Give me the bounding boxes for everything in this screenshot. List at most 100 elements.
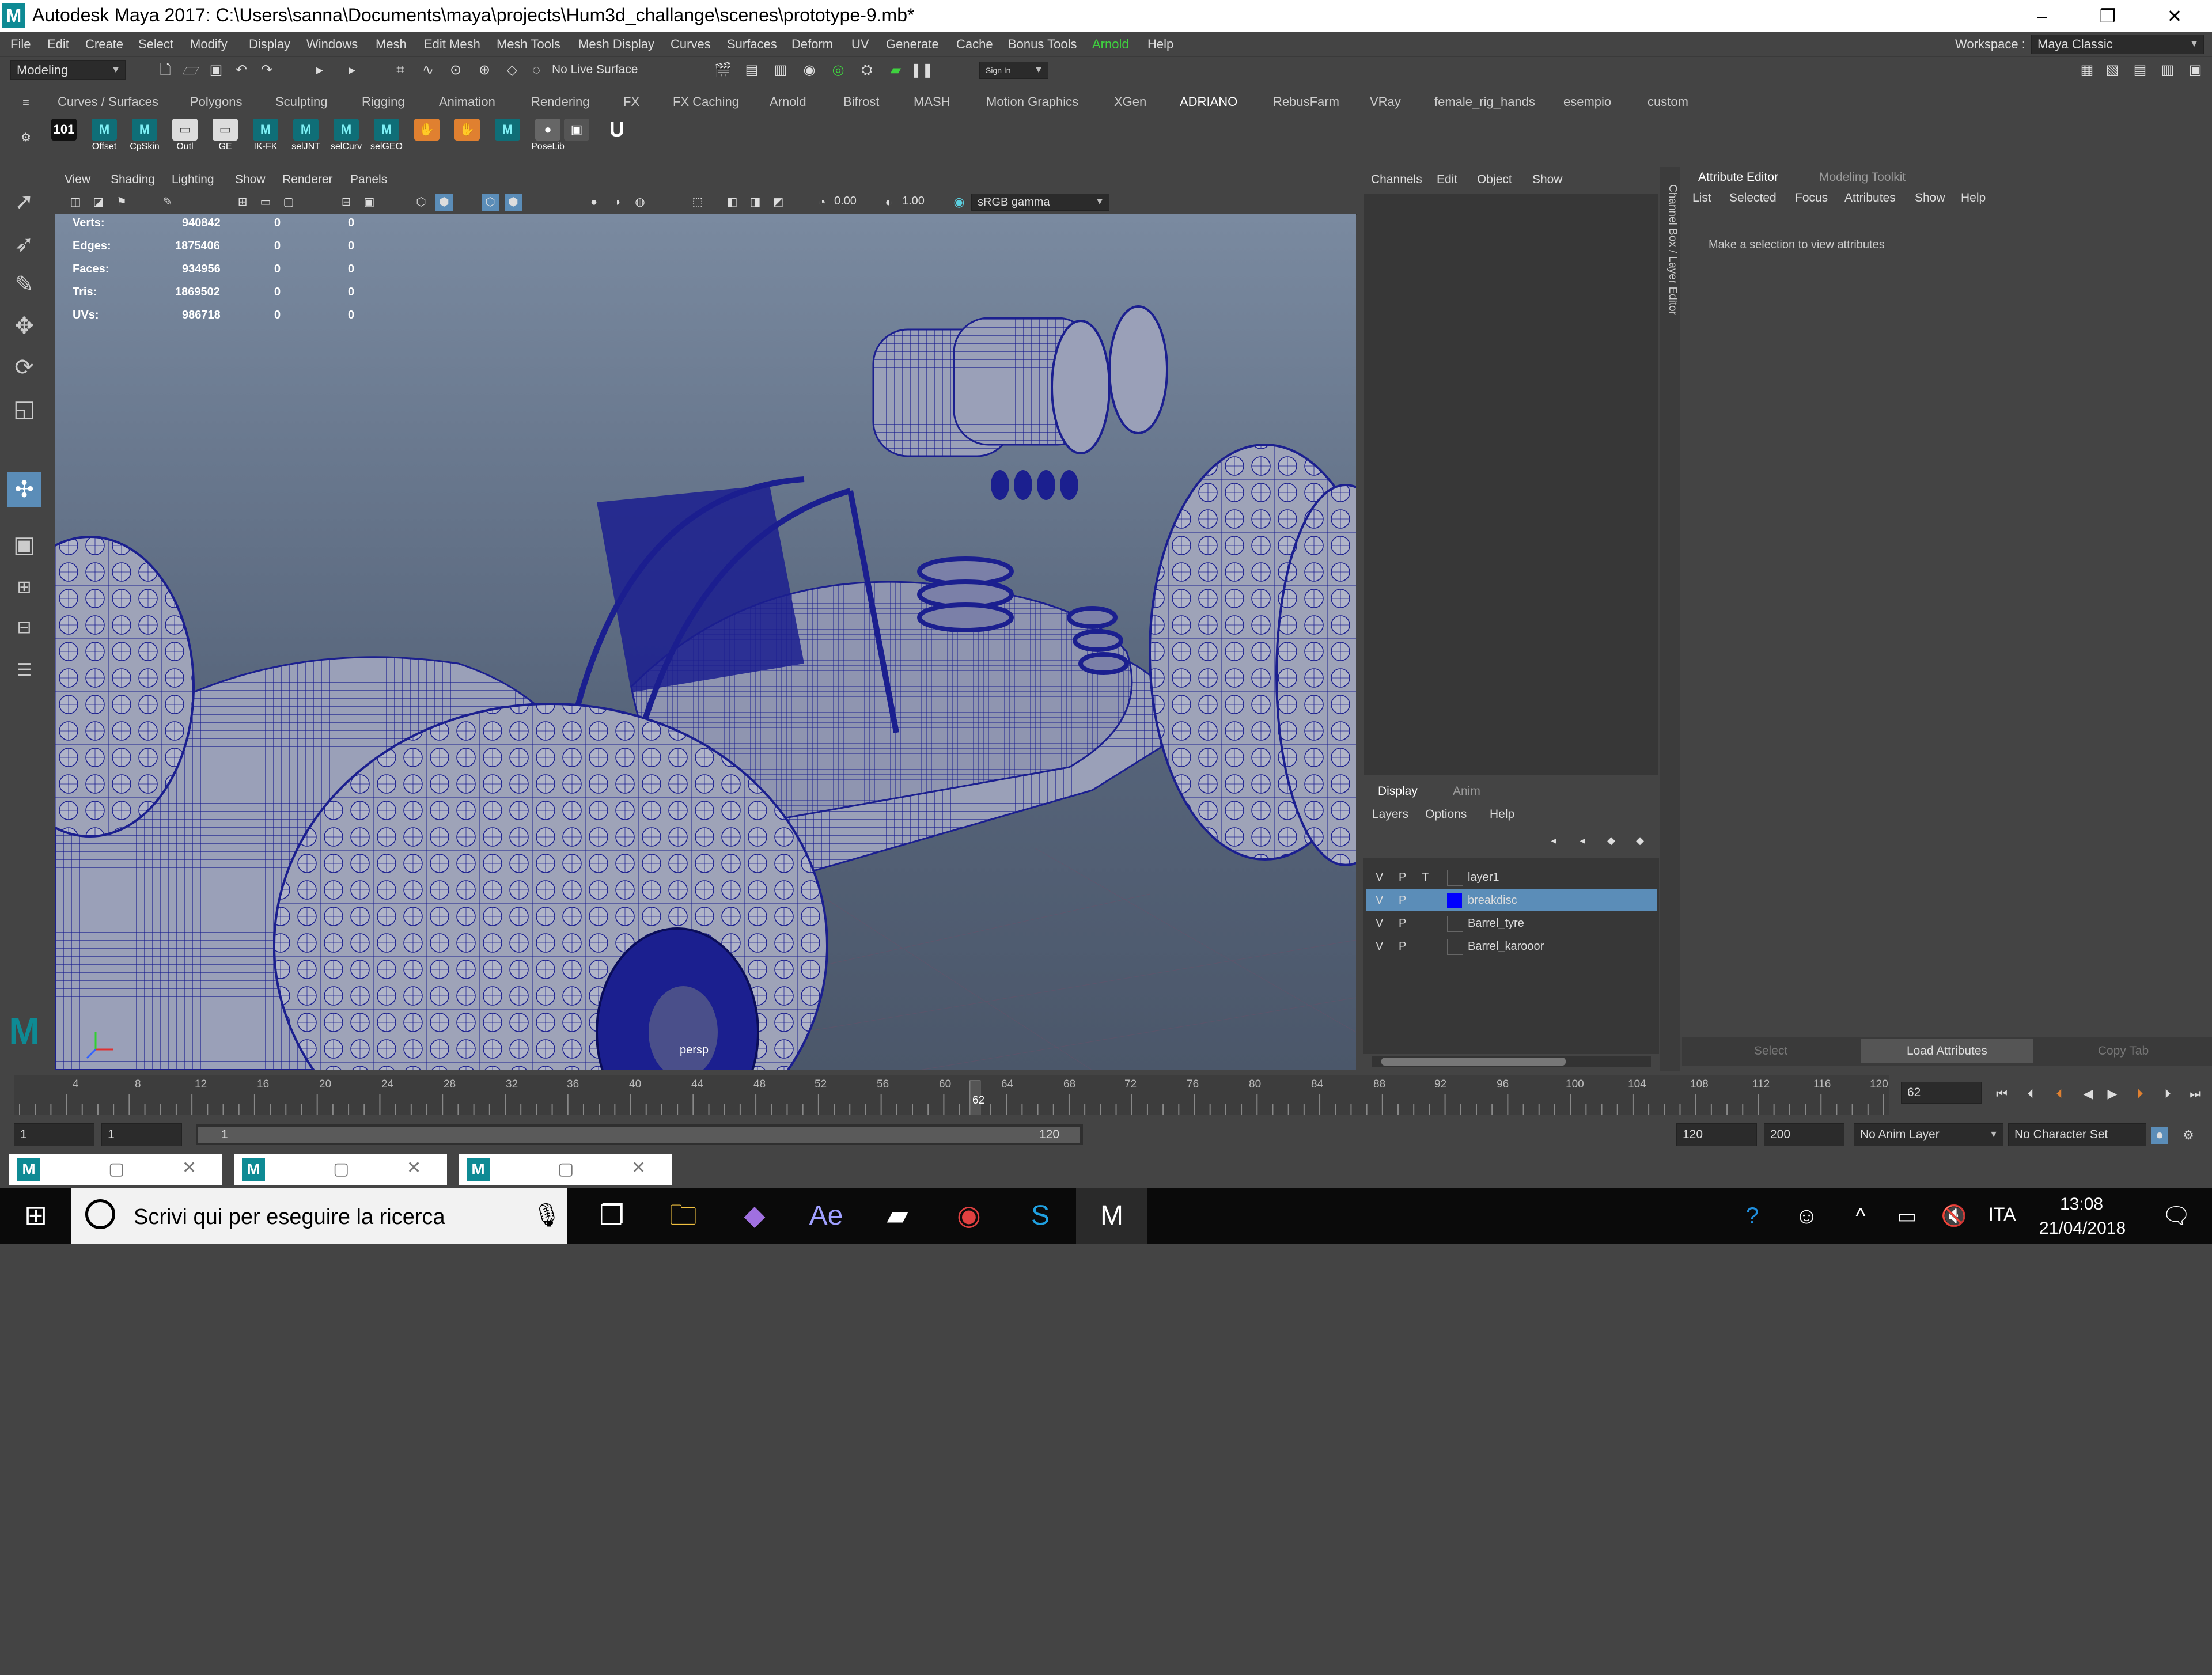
shelf-tab-mash[interactable]: MASH [914,94,950,109]
select-tool-icon[interactable]: ➚ [7,184,41,219]
layer-scrollbar[interactable] [1366,1661,1654,1675]
shelf-button-offset[interactable]: M Offset [86,119,122,153]
ae-menu-selected[interactable]: Selected [1729,191,1777,205]
viewport-menu-view[interactable]: View [65,173,90,187]
play-backward-icon[interactable]: ◀ [2080,1085,2097,1102]
close-icon[interactable]: ✕ [182,1158,196,1178]
ae-menu-help[interactable]: Help [1961,191,1986,205]
sticky-notes-icon[interactable]: ▰ [862,1188,933,1244]
shelf-tab-arnold[interactable]: Arnold [770,94,806,109]
animation-start-field[interactable]: 1 [14,1123,94,1146]
menu-edit-mesh[interactable]: Edit Mesh [424,37,480,52]
cb-menu-show[interactable]: Show [1532,173,1563,187]
workspace-dropdown[interactable]: Maya Classic ▼ [2031,35,2204,54]
shelf-tab-bifrost[interactable]: Bifrost [843,94,879,109]
menu-bonus-tools[interactable]: Bonus Tools [1008,37,1077,52]
shelf-button-magnet[interactable]: U [599,119,635,153]
anim-layer-dropdown[interactable]: No Anim Layer ▼ [1854,1123,2003,1146]
move-tool-icon[interactable]: ✥ [7,309,41,343]
layer-visibility-toggle[interactable]: V [1376,871,1383,884]
snap-grid-icon[interactable]: ⌗ [392,62,409,79]
xray-icon[interactable]: ◧ [724,194,741,211]
step-forward-key-icon[interactable]: ⏵ [2159,1085,2176,1102]
range-slider-handle[interactable]: 1 120 [198,1127,1080,1143]
shelf-tab-sculpting[interactable]: Sculpting [275,94,328,109]
play-forward-icon[interactable]: ▶ [2104,1085,2121,1102]
taskbar-search-box[interactable]: Scrivi qui per eseguire la ricerca 🎙 [71,1188,567,1244]
hypershade-icon[interactable]: ◉ [801,62,818,79]
color-management-icon[interactable]: ◉ [950,194,968,211]
camera-select-icon[interactable]: ◫ [67,194,84,211]
xray-components-icon[interactable]: ◩ [770,194,787,211]
move-layer-down-icon[interactable]: ◂ [1574,832,1591,849]
range-slider-bar[interactable]: 1 120 [196,1124,1083,1145]
layer-playback-toggle[interactable]: P [1399,940,1406,953]
preferences-icon[interactable]: ⚙ [2180,1127,2197,1144]
snap-point-icon[interactable]: ⊙ [447,62,464,79]
ipr-render-icon[interactable]: ▤ [743,62,760,79]
tool-settings-icon[interactable]: ▥ [2159,62,2176,79]
layer-color-swatch[interactable] [1447,870,1463,886]
layer-playback-toggle[interactable]: P [1399,894,1406,907]
ae-menu-show[interactable]: Show [1915,191,1945,205]
language-indicator[interactable]: ITA [1988,1204,2016,1225]
sign-in-dropdown[interactable]: Sign In ▼ [979,62,1048,79]
microphone-icon[interactable]: 🎙 [532,1202,562,1229]
time-slider-track[interactable]: 4 8 12 16 20 24 28 32 36 40 44 48 52 56 … [14,1075,1889,1115]
scale-tool-icon[interactable]: ◱ [7,392,41,426]
layer-visibility-toggle[interactable]: V [1376,940,1383,953]
shelf-tab-fx[interactable]: FX [623,94,639,109]
last-tool-icon[interactable]: ✣ [7,472,41,507]
layer-row-barrel-karooor[interactable]: V P Barrel_karooor [1366,935,1657,957]
restore-icon[interactable]: ▢ [558,1159,574,1179]
viewport-menu-lighting[interactable]: Lighting [172,173,214,187]
shelf-tab-fx-caching[interactable]: FX Caching [673,94,739,109]
shelf-tab-animation[interactable]: Animation [439,94,495,109]
textured-icon[interactable]: ⬢ [505,194,522,211]
shelf-tab-xgen[interactable]: XGen [1114,94,1146,109]
tab-attribute-editor[interactable]: Attribute Editor [1698,170,1778,184]
layer-name[interactable]: layer1 [1468,871,1499,884]
shelf-button-selcurv[interactable]: MselCurv [328,119,364,153]
shelf-tab-adriano[interactable]: ADRIANO [1180,94,1237,109]
close-icon[interactable]: ✕ [631,1158,646,1178]
animation-end-field[interactable]: 200 [1764,1123,1844,1146]
shelf-button-script[interactable]: 101 [46,119,82,153]
shelf-tab-motion-graphics[interactable]: Motion Graphics [986,94,1078,109]
playback-end-field[interactable]: 120 [1676,1123,1757,1146]
shelf-tab-custom[interactable]: custom [1647,94,1688,109]
menu-create[interactable]: Create [85,37,123,52]
tab-modeling-toolkit[interactable]: Modeling Toolkit [1819,170,1906,184]
shelf-button-hand[interactable]: ✋ [409,119,445,153]
colorspace-dropdown[interactable]: sRGB gamma ▼ [971,194,1109,211]
new-scene-icon[interactable]: 🗋 [157,62,174,79]
menu-modify[interactable]: Modify [190,37,228,52]
menu-generate[interactable]: Generate [886,37,939,52]
layer-menu-layers[interactable]: Layers [1372,808,1408,821]
layer-color-swatch[interactable] [1447,893,1462,908]
field-chart-icon[interactable]: ⊟ [338,194,355,211]
menu-deform[interactable]: Deform [791,37,833,52]
grid-icon[interactable]: ⊞ [234,194,251,211]
resolution-gate-icon[interactable]: ▢ [280,194,297,211]
time-slider[interactable]: 4 8 12 16 20 24 28 32 36 40 44 48 52 56 … [0,1075,2212,1115]
arnold-render-icon[interactable]: ◎ [830,62,847,79]
save-scene-icon[interactable]: ▣ [207,62,225,79]
cb-menu-edit[interactable]: Edit [1437,173,1457,187]
clock-date[interactable]: 21/04/2018 [2039,1219,2126,1238]
minimized-window[interactable]: M ▢ ✕ [234,1154,447,1185]
new-layer-selected-icon[interactable]: ◆ [1631,832,1649,849]
menu-display[interactable]: Display [249,37,290,52]
shelf-button-seljnt[interactable]: MselJNT [288,119,324,153]
close-icon[interactable]: ✕ [407,1158,421,1178]
layer-visibility-toggle[interactable]: V [1376,917,1383,930]
menu-surfaces[interactable]: Surfaces [727,37,777,52]
maximize-button[interactable]: ❐ [2076,0,2139,32]
isolate-select-icon[interactable]: ⬚ [689,194,706,211]
viewport-menu-renderer[interactable]: Renderer [282,173,333,187]
step-back-frame-icon[interactable]: ⏴ [2051,1085,2068,1102]
snap-surface-icon[interactable]: ◇ [503,62,521,79]
layer-horizontal-scrollbar[interactable] [1372,1056,1651,1067]
cb-menu-channels[interactable]: Channels [1371,173,1422,187]
go-to-start-icon[interactable]: ⏮ [1993,1085,2010,1102]
